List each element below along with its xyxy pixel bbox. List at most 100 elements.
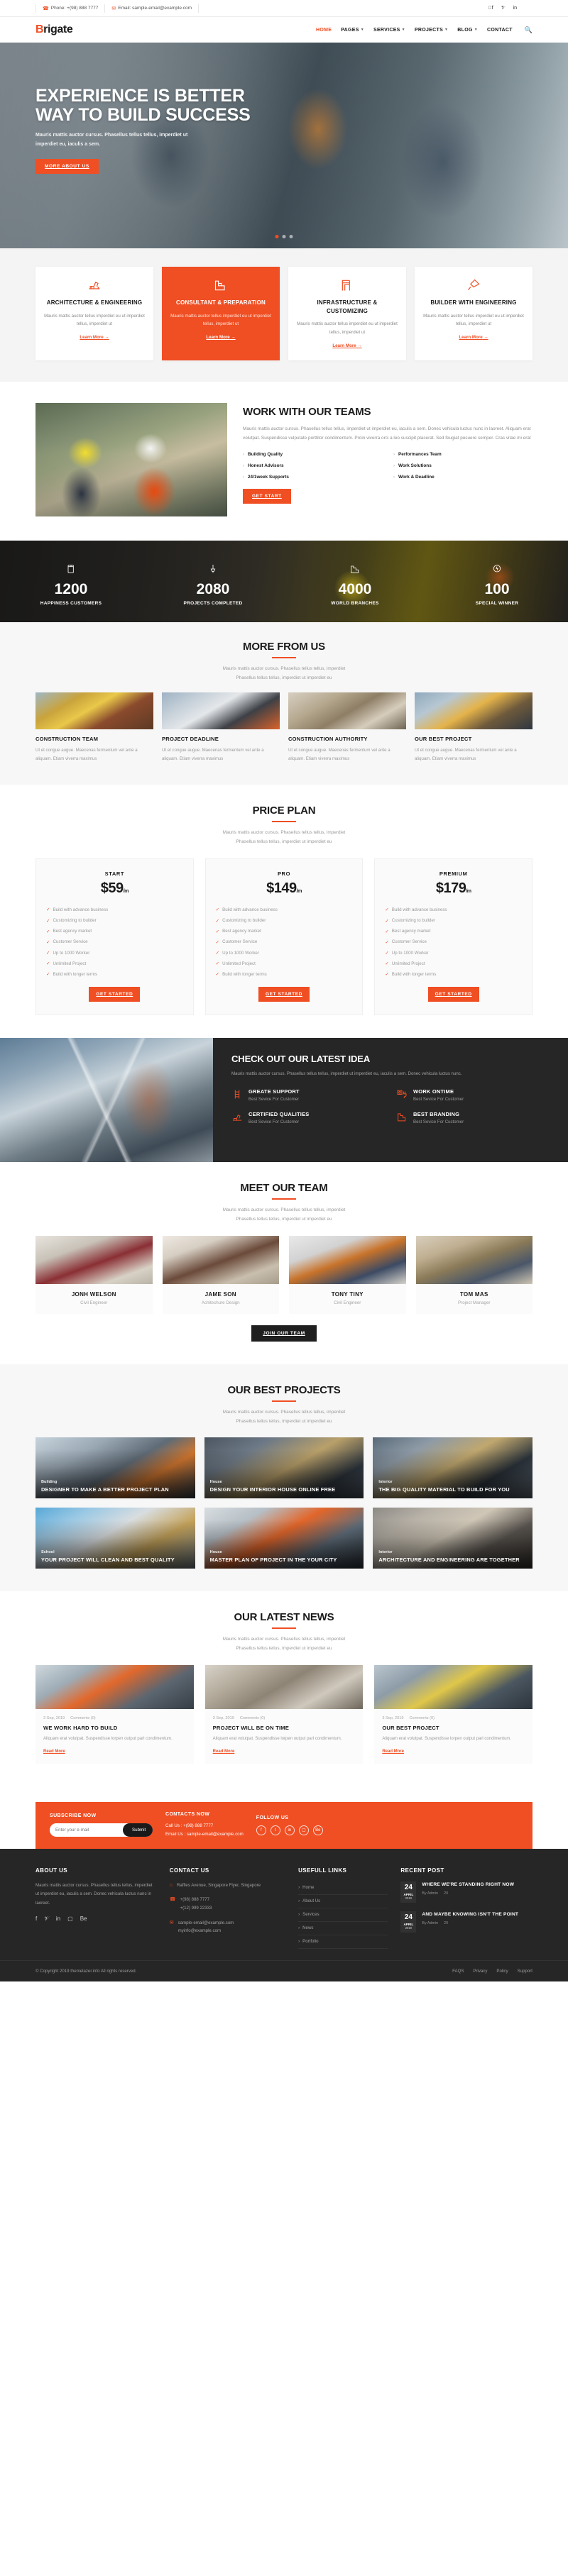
team-member-card[interactable]: TOM MAS Project Manager — [415, 1235, 532, 1314]
service-card-infrastructure[interactable]: INFRASTRUCTURE & CUSTOMIZING Mauris matt… — [288, 267, 406, 360]
team-member-card[interactable]: JAME SON Achitechure Design — [162, 1235, 279, 1314]
idea-feature-greate-support: GREATE SUPPORT Best Sevice For Customer — [231, 1088, 385, 1102]
plan-feature: ✓ Build with advance business — [385, 907, 447, 913]
teams-feature-list: › Building Quality › Performances Team › Ho… — [243, 452, 532, 480]
read-more-link[interactable]: Read More — [213, 1749, 235, 1754]
footer-bottom-link-support[interactable]: Support — [518, 1969, 532, 1974]
footer-bottom-link-policy[interactable]: Policy — [496, 1969, 508, 1974]
facebook-icon[interactable]: f — [256, 1825, 266, 1835]
project-card[interactable]: House DESIGN YOUR INTERIOR HOUSE ONLINE F… — [204, 1437, 364, 1499]
plan-cta-button[interactable]: GET STARTED — [427, 987, 479, 1002]
project-card[interactable]: House MASTER PLAN OF PROJECT IN THE YOUR … — [204, 1508, 364, 1569]
post-title: AND MAYBE KNOWING ISN'T THE POINT — [422, 1911, 519, 1917]
subscribe-email-input[interactable] — [50, 1823, 123, 1837]
plan-tier: PREMIUM — [439, 870, 468, 877]
footer-link-portfolio[interactable]: Portfolio — [298, 1935, 388, 1949]
plan-period: /m — [296, 888, 302, 894]
recent-post-item[interactable]: 24 APRIL 2019 WHERE WE'RE STANDING RIGHT… — [400, 1881, 532, 1903]
linkedin-icon[interactable]: in — [284, 1825, 295, 1835]
more-card[interactable]: CONSTRUCTION AUTHORITY Ut et congue augu… — [288, 692, 406, 763]
plan-feature: ✓ Best agency market — [46, 929, 92, 934]
hero-dot-3[interactable] — [289, 235, 293, 238]
nav-item-projects[interactable]: PROJECTS ▼ — [415, 28, 448, 33]
hero-dot-1[interactable] — [275, 235, 279, 238]
footer-link-news[interactable]: News — [298, 1922, 388, 1935]
twitter-icon[interactable]: t — [270, 1825, 280, 1835]
service-learn-more-link[interactable]: Learn More → — [80, 335, 109, 340]
footer-link-about[interactable]: About Us — [298, 1895, 388, 1908]
news-card[interactable]: 3 Sep, 2019 Comments (0) OUR BEST PROJECT… — [374, 1664, 532, 1764]
project-card[interactable]: School YOUR PROJECT WILL CLEAN AND BEST Q… — [36, 1508, 195, 1569]
nav-item-contact[interactable]: CONTACT — [487, 28, 513, 33]
topbar-email[interactable]: ✉ Email: sample-email@example.com — [105, 4, 200, 13]
project-title: ARCHITECTURE AND ENGINEERING ARE TOGETHE… — [378, 1556, 520, 1563]
instagram-icon[interactable]: ▢ — [67, 1916, 73, 1923]
post-comment-count: 20 — [444, 1920, 449, 1925]
service-card-consultant[interactable]: CONSULTANT & PREPARATION Mauris mattis a… — [162, 267, 280, 360]
site-logo[interactable]: Brigate — [36, 23, 73, 36]
pricing-card-premium[interactable]: PREMIUM $179/m ✓ Build with advance busin… — [374, 858, 532, 1016]
plan-cta-button[interactable]: GET STARTED — [258, 987, 310, 1002]
card-title: CONSTRUCTION AUTHORITY — [288, 736, 368, 743]
join-our-team-button[interactable]: JOIN OUR TEAM — [251, 1325, 317, 1342]
pricing-card-pro[interactable]: PRO $149/m ✓ Build with advance business … — [204, 858, 364, 1016]
hero-dot-2[interactable] — [282, 235, 286, 238]
phone-icon: ☎ — [169, 1897, 176, 1903]
team-member-card[interactable]: JONH WELSON Civil Engineer — [36, 1235, 153, 1314]
teams-get-start-button[interactable]: GET START — [243, 489, 291, 504]
hero-cta-button[interactable]: MORE ABOUT US — [36, 158, 99, 174]
section-subtitle-line1: Mauris mattis auctor cursus. Phasellus t… — [222, 1207, 346, 1213]
news-title: PROJECT WILL BE ON TIME — [212, 1724, 290, 1731]
facebook-icon[interactable]: f — [488, 6, 493, 11]
project-card[interactable]: Interior ARCHITECTURE AND ENGINEERING ARE… — [373, 1508, 532, 1569]
more-card[interactable]: CONSTRUCTION TEAM Ut et congue augue. Ma… — [36, 692, 153, 763]
project-card[interactable]: Building DESIGNER TO MAKE A BETTER PROJEC… — [36, 1437, 195, 1499]
linkedin-icon[interactable]: in — [56, 1916, 60, 1923]
news-text: Aliquam erat volutpat. Suspendisse lorpe… — [212, 1736, 342, 1741]
plan-cta-button[interactable]: GET STARTED — [89, 987, 141, 1002]
service-learn-more-link[interactable]: Learn More → — [459, 335, 488, 340]
pricing-card-start[interactable]: START $59/m ✓ Build with advance business… — [36, 858, 194, 1016]
news-card[interactable]: 3 Sep, 2019 Comments (0) WE WORK HARD TO … — [36, 1664, 194, 1764]
service-text: Mauris mattis auctor tellus imperdiet eu… — [297, 321, 398, 335]
service-card-architecture[interactable]: ARCHITECTURE & ENGINEERING Mauris mattis… — [36, 267, 153, 360]
avatar — [36, 1235, 153, 1284]
behance-icon[interactable]: Be — [80, 1916, 87, 1923]
news-card[interactable]: 3 Sep, 2019 Comments (0) PROJECT WILL BE … — [204, 1664, 364, 1764]
hero-slider-dots[interactable] — [275, 235, 293, 238]
linkedin-icon[interactable]: in — [513, 6, 517, 11]
service-learn-more-link[interactable]: Learn More → — [332, 343, 361, 348]
more-card[interactable]: OUR BEST PROJECT Ut et congue augue. Mae… — [415, 692, 532, 763]
service-title: BUILDER WITH ENGINEERING — [430, 299, 517, 306]
footer-link-services[interactable]: Services — [298, 1908, 388, 1922]
subscribe-submit-button[interactable]: Submit — [123, 1823, 153, 1837]
twitter-icon[interactable]: 𝒱 — [44, 1916, 49, 1923]
nav-item-home[interactable]: HOME — [316, 28, 332, 33]
nav-item-blog[interactable]: BLOG ▼ — [457, 28, 478, 33]
nav-label: CONTACT — [486, 27, 513, 33]
plan-feature: ✓ Best agency market — [385, 929, 431, 934]
recent-post-item[interactable]: 24 APRIL 2019 AND MAYBE KNOWING ISN'T TH… — [400, 1911, 532, 1933]
facebook-icon[interactable]: f — [36, 1916, 37, 1923]
service-learn-more-link[interactable]: Learn More → — [206, 335, 235, 340]
search-icon[interactable]: 🔍 — [525, 26, 532, 34]
nav-item-services[interactable]: SERVICES ▼ — [373, 28, 405, 33]
section-subtitle-line2: Phasellus tellus tellus, imperdiet ut im… — [236, 839, 332, 844]
instagram-icon[interactable]: ▢ — [298, 1825, 309, 1835]
more-card[interactable]: PROJECT DEADLINE Ut et congue augue. Mae… — [162, 692, 280, 763]
footer-link-home[interactable]: Home — [298, 1881, 388, 1895]
team-member-card[interactable]: TONY TINY Civil Engineer — [289, 1235, 406, 1314]
twitter-icon[interactable]: 𝒱 — [501, 6, 506, 11]
footer-bottom-link-privacy[interactable]: Privacy — [473, 1969, 487, 1974]
read-more-link[interactable]: Read More — [43, 1749, 65, 1754]
read-more-link[interactable]: Read More — [382, 1749, 404, 1754]
project-card[interactable]: Interior THE BIG QUALITY MATERIAL TO BUIL… — [373, 1437, 532, 1499]
nav-item-pages[interactable]: PAGES ▼ — [341, 28, 364, 33]
topbar-phone[interactable]: ☎ Phone: +(98) 888 7777 — [36, 4, 106, 13]
project-category: Interior — [378, 1549, 393, 1554]
section-title: PRICE PLAN — [252, 805, 316, 817]
subscribe-form-column: SUBSCRIBE NOW Submit — [50, 1813, 153, 1837]
service-card-builder[interactable]: BUILDER WITH ENGINEERING Mauris mattis a… — [415, 267, 532, 360]
behance-icon[interactable]: Be — [312, 1825, 323, 1835]
footer-bottom-link-faqs[interactable]: FAQS — [452, 1969, 464, 1974]
